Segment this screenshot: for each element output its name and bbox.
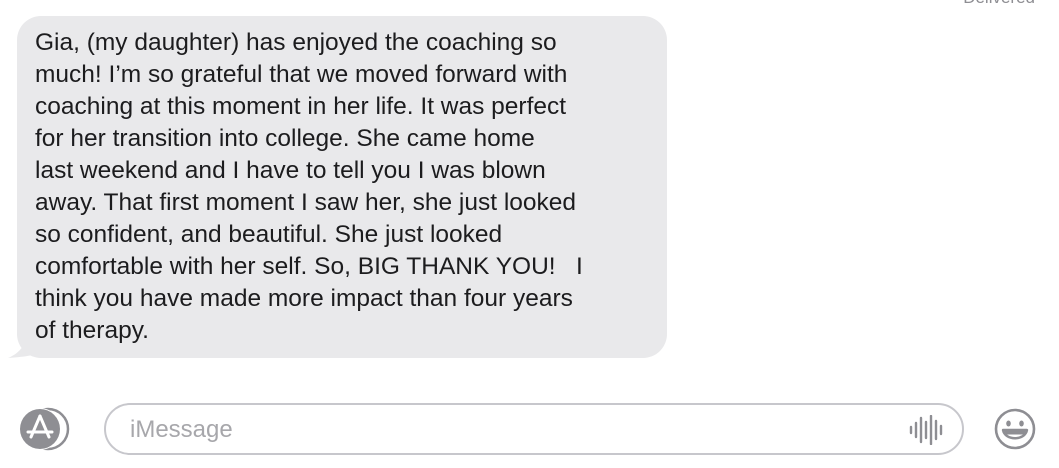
composer-bar	[0, 398, 1059, 468]
apps-button[interactable]	[14, 407, 72, 451]
emoji-button[interactable]	[993, 407, 1037, 451]
emoji-icon	[994, 408, 1036, 450]
messages-window: Delivered Gia, (my daughter) has enjoyed…	[0, 0, 1059, 468]
imessage-field[interactable]	[104, 403, 964, 455]
message-line: so confident, and beautiful. She just lo…	[35, 221, 503, 248]
message-bubble-received[interactable]: Gia, (my daughter) has enjoyed the coach…	[17, 16, 667, 358]
message-row: Gia, (my daughter) has enjoyed the coach…	[8, 16, 667, 358]
message-input[interactable]	[130, 414, 870, 446]
message-line: Gia, (my daughter) has enjoyed the coach…	[35, 29, 557, 56]
waveform-icon[interactable]	[909, 415, 945, 445]
message-line: think you have made more impact than fou…	[35, 285, 573, 312]
message-line: comfortable with her self. So, BIG THANK…	[35, 253, 583, 280]
message-line: of therapy.	[35, 317, 149, 344]
message-line: away. That first moment I saw her, she j…	[35, 189, 577, 216]
message-text: Gia, (my daughter) has enjoyed the coach…	[35, 27, 649, 347]
message-line: for her transition into college. She cam…	[35, 125, 535, 152]
message-line: much! I’m so grateful that we moved forw…	[35, 61, 568, 88]
delivered-status: Delivered	[963, 0, 1035, 8]
app-store-icon	[19, 407, 70, 451]
message-line: coaching at this moment in her life. It …	[35, 93, 567, 120]
message-line: last weekend and I have to tell you I wa…	[35, 157, 546, 184]
